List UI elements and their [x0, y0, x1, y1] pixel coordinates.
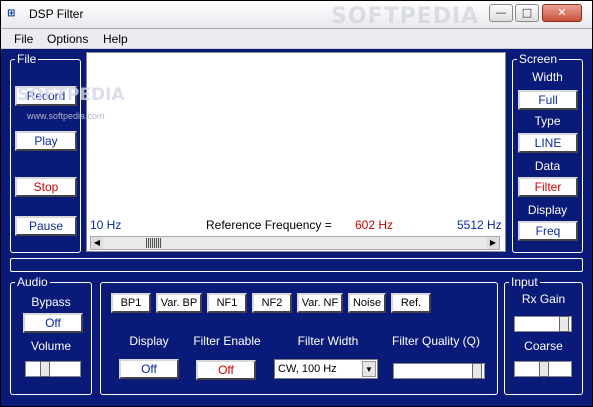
width-button[interactable]: Full: [518, 90, 578, 110]
status-bar: [10, 258, 583, 272]
pause-button[interactable]: Pause: [15, 216, 77, 236]
spectrum-display: SOFTPEDIA www.softpedia.com 10 Hz Refere…: [17, 52, 506, 252]
softpedia-watermark: SOFTPEDIA: [331, 4, 480, 29]
scroll-right-icon[interactable]: ▶: [487, 237, 499, 249]
file-panel-title: File: [15, 52, 39, 66]
filter-display-label: Display: [129, 334, 169, 348]
volume-slider-thumb[interactable]: [40, 361, 50, 377]
audio-panel: Audio Bypass Off Volume: [10, 275, 92, 395]
input-panel-title: Input: [509, 275, 540, 289]
audio-panel-title: Audio: [15, 275, 50, 289]
app-icon: ⊞: [7, 8, 16, 19]
freq-low-label: 10 Hz: [90, 218, 122, 232]
volume-label: Volume: [30, 339, 72, 353]
chevron-down-icon[interactable]: ▼: [362, 361, 376, 377]
filter-display-button[interactable]: Off: [119, 359, 179, 379]
coarse-slider-thumb[interactable]: [539, 361, 549, 377]
filter-bp1-button[interactable]: BP1: [111, 293, 151, 313]
filter-enable-label: Filter Enable: [193, 334, 261, 348]
play-button[interactable]: Play: [15, 131, 77, 151]
bypass-button[interactable]: Off: [23, 313, 83, 333]
filter-width-value: CW, 100 Hz: [278, 363, 337, 375]
filter-noise-button[interactable]: Noise: [348, 293, 386, 313]
rx-gain-slider[interactable]: [514, 316, 572, 332]
plot-watermark: SOFTPEDIA: [17, 85, 125, 105]
filter-nf2-button[interactable]: NF2: [252, 293, 292, 313]
filter-var-nf-button[interactable]: Var. NF: [297, 293, 343, 313]
bypass-label: Bypass: [31, 295, 71, 309]
coarse-slider[interactable]: [514, 361, 572, 377]
plot-watermark-url: www.softpedia.com: [27, 111, 105, 121]
reference-frequency-label: Reference Frequency =: [206, 218, 332, 232]
screen-panel-title: Screen: [517, 52, 560, 66]
display-button[interactable]: Freq: [518, 221, 578, 241]
filter-quality-slider-thumb[interactable]: [472, 363, 482, 379]
window-title: DSP Filter: [29, 7, 84, 21]
screen-panel: Screen Width Full Type LINE Data Filter …: [512, 52, 583, 253]
maximize-button[interactable]: □: [515, 4, 539, 22]
filter-nf1-button[interactable]: NF1: [207, 293, 247, 313]
display-label: Display: [527, 203, 568, 217]
close-button[interactable]: ✕: [542, 4, 582, 22]
width-label: Width: [532, 70, 563, 84]
menu-options[interactable]: Options: [47, 32, 88, 46]
minimize-button[interactable]: —: [489, 4, 513, 22]
data-label: Data: [534, 159, 561, 173]
filter-ref-button[interactable]: Ref.: [391, 293, 431, 313]
app-window: ⊞ DSP Filter SOFTPEDIA — □ ✕ File Option…: [0, 0, 593, 407]
scroll-thumb[interactable]: [146, 238, 162, 248]
menu-file[interactable]: File: [14, 32, 33, 46]
reference-frequency-value: 602 Hz: [355, 218, 394, 232]
input-panel: Input Rx Gain Coarse: [504, 275, 583, 395]
filter-width-label: Filter Width: [297, 334, 359, 348]
menu-help[interactable]: Help: [103, 32, 128, 46]
menu-bar: File Options Help: [1, 29, 592, 49]
stop-button[interactable]: Stop: [15, 177, 77, 197]
rx-gain-slider-thumb[interactable]: [559, 316, 569, 332]
filter-quality-label: Filter Quality (Q): [391, 334, 480, 348]
rx-gain-label: Rx Gain: [521, 292, 566, 306]
scroll-left-icon[interactable]: ◀: [91, 237, 103, 249]
frequency-scrollbar[interactable]: ◀ ▶: [90, 236, 500, 250]
data-button[interactable]: Filter: [518, 177, 578, 197]
type-label: Type: [534, 114, 561, 128]
volume-slider[interactable]: [25, 361, 81, 377]
filter-width-select[interactable]: CW, 100 Hz ▼: [274, 359, 378, 379]
filter-quality-slider[interactable]: [393, 363, 485, 379]
title-bar: ⊞ DSP Filter SOFTPEDIA — □ ✕: [1, 1, 592, 29]
filter-enable-button[interactable]: Off: [196, 360, 256, 380]
filter-var-bp-button[interactable]: Var. BP: [156, 293, 202, 313]
coarse-label: Coarse: [524, 339, 563, 353]
freq-high-label: 5512 Hz: [457, 218, 502, 232]
type-button[interactable]: LINE: [518, 133, 578, 153]
